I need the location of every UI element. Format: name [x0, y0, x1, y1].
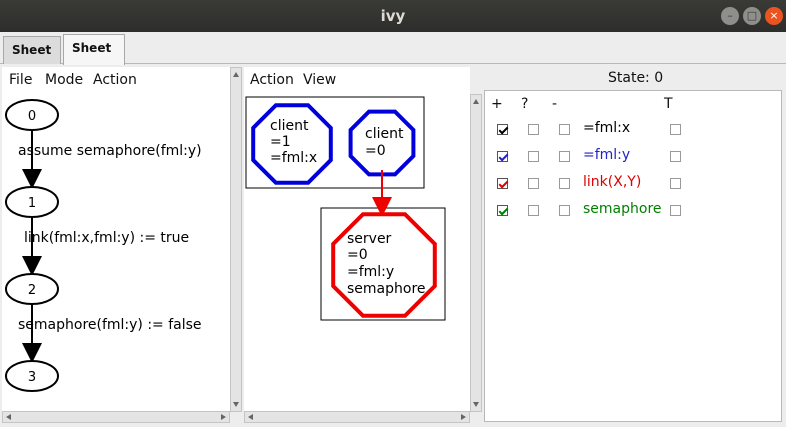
trace-graph: 0 assume semaphore(fml:y) 1 link(fml:x,f…	[5, 99, 202, 392]
state-label-1: 1	[28, 196, 36, 211]
client-node-2[interactable]: client =0	[348, 109, 416, 177]
checkbox-t-2[interactable]	[670, 178, 681, 189]
graph-horizontal-scrollbar[interactable]	[244, 411, 470, 423]
checkbox-plus-0[interactable]	[497, 124, 508, 135]
relation-label-0: =fml:x	[583, 120, 631, 136]
server-node[interactable]: server =0 =fml:y semaphore	[331, 212, 437, 318]
relation-label-1: =fml:y	[583, 147, 631, 163]
checkbox-question-3[interactable]	[528, 205, 539, 216]
checkbox-question-1[interactable]	[528, 151, 539, 162]
state-node-0[interactable]: 0	[5, 99, 59, 131]
server-semaphore: semaphore	[347, 281, 426, 297]
trace-horizontal-scrollbar[interactable]	[2, 411, 230, 423]
server-value: =0	[347, 247, 368, 263]
graph-scroll-up-icon[interactable]	[473, 99, 479, 104]
checkbox-t-0[interactable]	[670, 124, 681, 135]
state-node-1[interactable]: 1	[5, 186, 59, 218]
state-graph: client =1 =fml:x client =0 server =0 =fm…	[245, 96, 446, 321]
header-minus: -	[552, 96, 558, 112]
checkbox-minus-2[interactable]	[559, 178, 570, 189]
scroll-right-arrow-icon[interactable]	[221, 414, 226, 420]
state-node-3[interactable]: 3	[5, 360, 59, 392]
relation-label-3: semaphore	[583, 201, 662, 217]
header-plus: +	[491, 96, 503, 112]
checkbox-minus-0[interactable]	[559, 124, 570, 135]
checkbox-plus-1[interactable]	[497, 151, 508, 162]
client-1-value: =1	[270, 134, 291, 150]
graph-vertical-scrollbar[interactable]	[470, 94, 482, 412]
checkbox-minus-3[interactable]	[559, 205, 570, 216]
header-question: ?	[521, 96, 529, 112]
client-1-name: client	[270, 118, 309, 134]
state-node-2[interactable]: 2	[5, 273, 59, 305]
transition-label-2: semaphore(fml:y) := false	[18, 317, 202, 333]
state-label-0: 0	[28, 109, 36, 124]
window-title: ivy	[380, 7, 406, 25]
client-2-value: =0	[365, 143, 386, 159]
server-param: =fml:y	[347, 264, 394, 280]
state-label-3: 3	[28, 370, 36, 385]
scroll-left-arrow-icon[interactable]	[6, 414, 11, 420]
state-label-2: 2	[28, 283, 36, 298]
close-icon[interactable]: ×	[765, 7, 783, 25]
graph-scroll-down-icon[interactable]	[473, 402, 479, 407]
minimize-icon[interactable]: –	[721, 7, 739, 25]
checkbox-t-1[interactable]	[670, 151, 681, 162]
client-node-1[interactable]: client =1 =fml:x	[251, 103, 333, 185]
client-1-param: =fml:x	[270, 150, 317, 166]
server-name: server	[347, 231, 392, 247]
checkbox-t-3[interactable]	[670, 205, 681, 216]
transition-label-0: assume semaphore(fml:y)	[18, 143, 202, 159]
trace-vertical-scrollbar[interactable]	[230, 67, 242, 412]
tab-sheet-1[interactable]: Sheet 1	[3, 36, 61, 83]
checkbox-plus-2[interactable]	[497, 178, 508, 189]
checkbox-minus-1[interactable]	[559, 151, 570, 162]
graph-scroll-left-icon[interactable]	[248, 414, 253, 420]
checkbox-plus-3[interactable]	[497, 205, 508, 216]
scroll-down-arrow-icon[interactable]	[233, 402, 239, 407]
tab-bar: Sheet 1 Sheet 2	[0, 32, 786, 83]
tab-sheet-2[interactable]: Sheet 2	[63, 34, 125, 81]
scroll-up-arrow-icon[interactable]	[233, 72, 239, 77]
graph-pane: Action View client =1 =fml:x client =0 s…	[244, 67, 470, 411]
relations-pane	[484, 90, 782, 422]
transition-label-1: link(fml:x,fml:y) := true	[24, 230, 189, 246]
trace-pane: File Mode Action 0 assume semaphore(fml:…	[2, 67, 230, 411]
client-2-name: client	[365, 126, 404, 142]
checkbox-question-0[interactable]	[528, 124, 539, 135]
graph-scroll-right-icon[interactable]	[461, 414, 466, 420]
maximize-icon[interactable]: □	[743, 7, 761, 25]
title-bar: ivy – □ ×	[0, 0, 786, 32]
header-t: T	[664, 96, 673, 112]
checkbox-question-2[interactable]	[528, 178, 539, 189]
relation-label-2: link(X,Y)	[583, 174, 642, 190]
state-indicator: State: 0	[608, 70, 664, 86]
